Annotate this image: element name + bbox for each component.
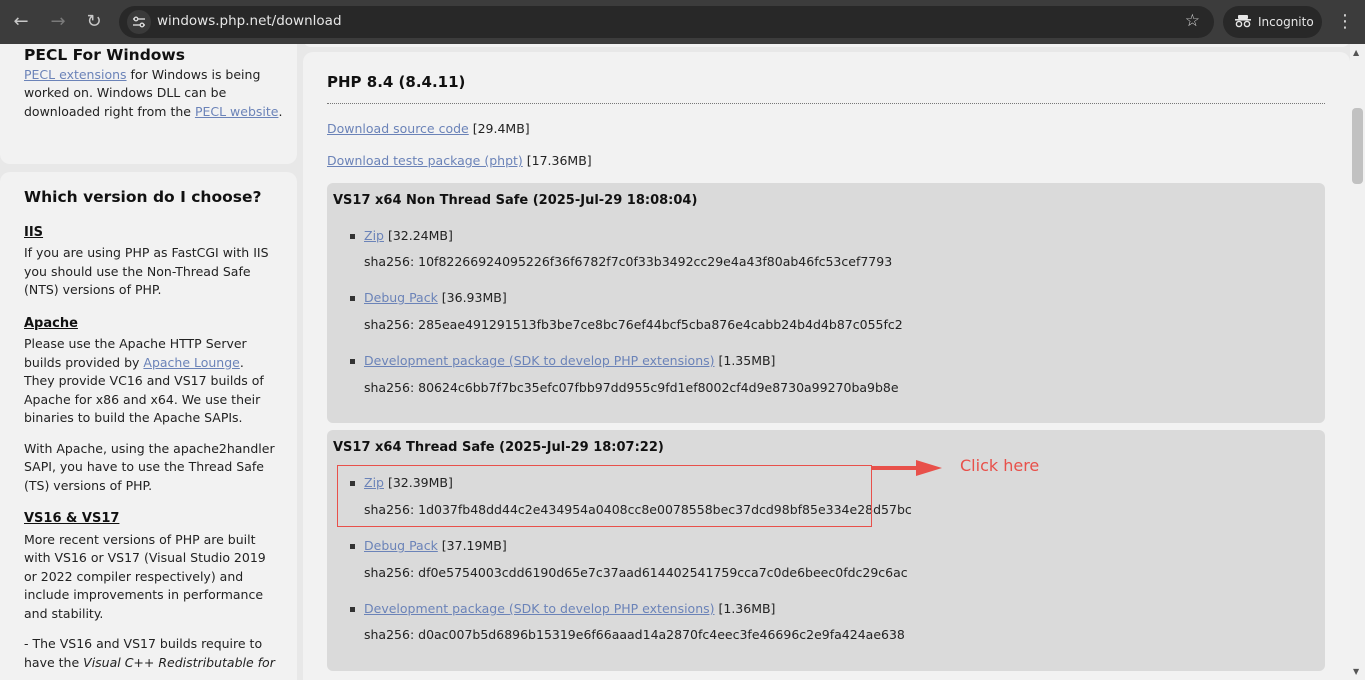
back-arrow-icon[interactable]: ←: [9, 10, 33, 34]
nts-zip-link[interactable]: Zip: [364, 228, 384, 243]
nts-zip-sha: sha256: 10f82266924095226f36f6782f7c0f33…: [364, 254, 893, 269]
scroll-down-arrow-icon[interactable]: ▼: [1353, 667, 1359, 676]
apache-text: Please use the Apache HTTP Server builds…: [24, 336, 264, 425]
annotation-arrow-icon: [872, 460, 942, 476]
nts-debug-pack-link[interactable]: Debug Pack: [364, 290, 438, 305]
vs-requirement-text: - The VS16 and VS17 builds require to ha…: [24, 636, 275, 670]
incognito-label: Incognito: [1258, 15, 1314, 29]
title-divider: [327, 103, 1325, 104]
build-nts-box: VS17 x64 Non Thread Safe (2025-Jul-29 18…: [327, 183, 1325, 423]
build-ts-title: VS17 x64 Thread Safe (2025-Jul-29 18:07:…: [333, 440, 664, 455]
annotation-label: Click here: [960, 456, 1040, 475]
download-tests-link[interactable]: Download tests package (phpt): [327, 153, 523, 168]
pecl-text: PECL extensions for Windows is being wor…: [24, 66, 283, 119]
bookmark-star-icon[interactable]: ☆: [1185, 11, 1200, 31]
source-download-row: Download source code [29.4MB]: [327, 121, 530, 136]
nts-dev-package-link[interactable]: Development package (SDK to develop PHP …: [364, 353, 715, 368]
pecl-extensions-link[interactable]: PECL extensions: [24, 67, 127, 82]
scroll-up-arrow-icon[interactable]: ▲: [1353, 48, 1359, 57]
choose-version-section: Which version do I choose? IIS If you ar…: [24, 188, 276, 672]
incognito-icon: [1235, 15, 1251, 28]
nts-devpack-sha: sha256: 80624c6bb7f7bc35efc07fbb97dd955c…: [364, 380, 899, 395]
annotation-highlight-box: [337, 465, 872, 527]
browser-menu-icon[interactable]: ⋮: [1336, 10, 1354, 34]
build-nts-title: VS17 x64 Non Thread Safe (2025-Jul-29 18…: [333, 193, 698, 208]
download-source-link[interactable]: Download source code: [327, 121, 469, 136]
forward-arrow-icon[interactable]: →: [46, 10, 70, 34]
ts-debug-sha: sha256: df0e5754003cdd6190d65e7c37aad614…: [364, 565, 908, 580]
iis-text: If you are using PHP as FastCGI with IIS…: [24, 245, 269, 297]
pecl-section: PECL For Windows PECL extensions for Win…: [24, 46, 284, 121]
php-version-title: PHP 8.4 (8.4.11): [327, 73, 466, 91]
apache-ts-text: With Apache, using the apache2handler SA…: [24, 440, 275, 493]
nts-debug-sha: sha256: 285eae491291513fb3be7ce8bc76ef44…: [364, 317, 903, 332]
main-card-top-edge: [303, 44, 1350, 47]
pecl-title: PECL For Windows: [24, 46, 185, 64]
page-scrollbar[interactable]: ▲ ▼: [1350, 44, 1365, 680]
apache-lounge-link[interactable]: Apache Lounge: [143, 355, 239, 370]
ts-dev-package-link[interactable]: Development package (SDK to develop PHP …: [364, 601, 715, 616]
pecl-website-link[interactable]: PECL website: [195, 104, 279, 119]
ts-debug-pack-link[interactable]: Debug Pack: [364, 538, 438, 553]
browser-toolbar: ← → ↻ windows.php.net/download ☆ Incogni…: [0, 0, 1365, 44]
incognito-badge[interactable]: Incognito: [1223, 6, 1322, 38]
vs-heading: VS16 & VS17: [24, 511, 120, 526]
scrollbar-thumb[interactable]: [1352, 108, 1363, 184]
choose-version-title: Which version do I choose?: [24, 188, 262, 206]
address-bar[interactable]: windows.php.net/download ☆: [119, 6, 1214, 38]
url-text[interactable]: windows.php.net/download: [157, 13, 342, 29]
page-content: PECL For Windows PECL extensions for Win…: [0, 44, 1350, 680]
site-info-icon[interactable]: [127, 10, 151, 34]
reload-icon[interactable]: ↻: [82, 10, 106, 34]
ts-devpack-sha: sha256: d0ac007b5d6896b15319e6f66aaad14a…: [364, 627, 905, 642]
vs-text: More recent versions of PHP are built wi…: [24, 531, 266, 621]
tests-download-row: Download tests package (phpt) [17.36MB]: [327, 153, 592, 168]
iis-heading: IIS: [24, 224, 44, 240]
apache-heading: Apache: [24, 315, 78, 331]
